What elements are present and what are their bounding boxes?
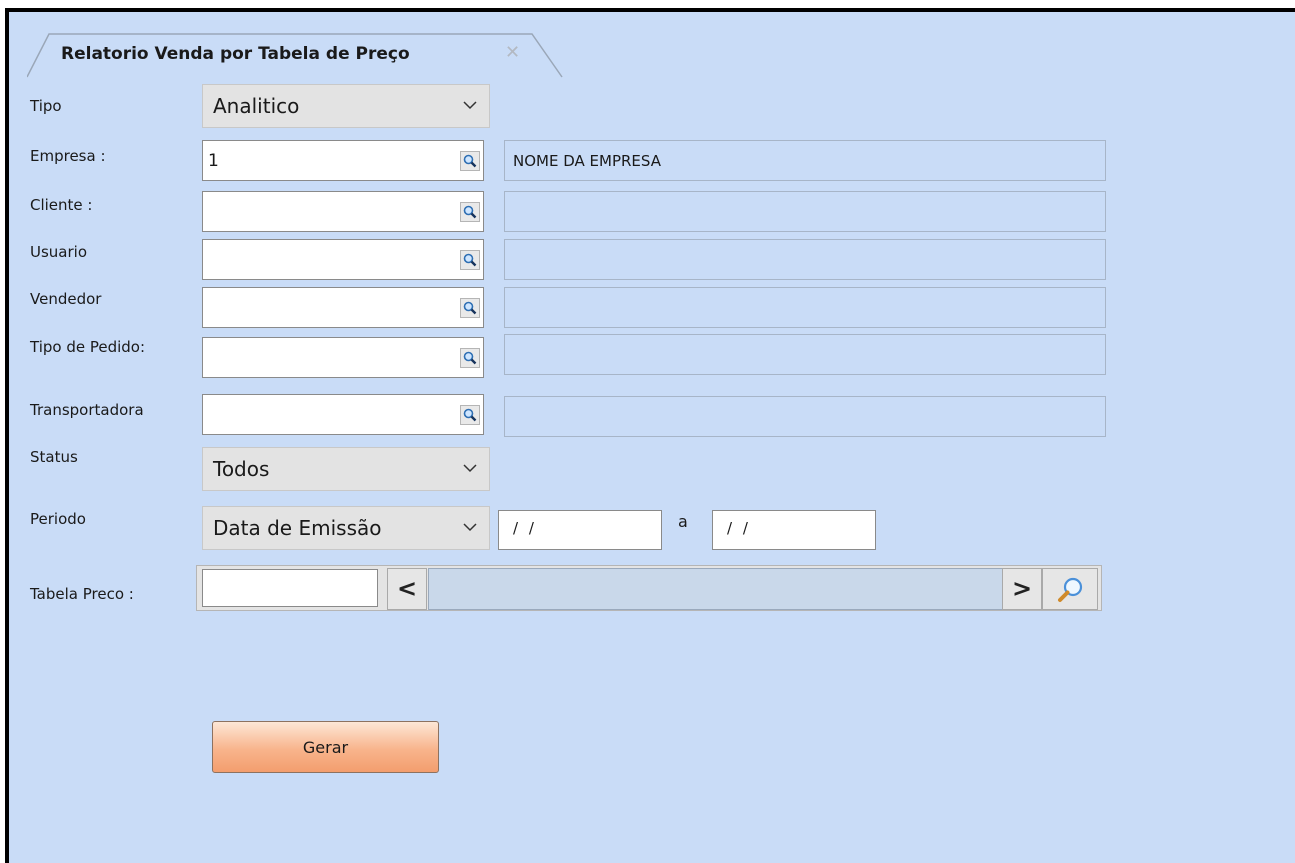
cliente-name-field	[504, 191, 1106, 232]
periodo-separator: a	[678, 512, 688, 531]
usuario-label: Usuario	[30, 243, 88, 261]
periodo-to-date-input[interactable]: / /	[712, 510, 876, 550]
tipo-pedido-code-input[interactable]	[202, 337, 484, 378]
transportadora-lookup-button[interactable]	[460, 404, 480, 425]
empresa-lookup-button[interactable]	[460, 150, 480, 171]
tipo-pedido-lookup-button[interactable]	[460, 347, 480, 368]
magnifier-lookup-icon	[463, 205, 477, 218]
gerar-button[interactable]: Gerar	[212, 721, 439, 773]
chevron-left-icon: <	[396, 574, 418, 603]
periodo-select-value: Data de Emissão	[213, 516, 382, 540]
periodo-select[interactable]: Data de Emissão	[202, 506, 490, 550]
report-window: Relatorio Venda por Tabela de Preço ✕ Ti…	[5, 8, 1295, 863]
magnifier-lookup-icon	[463, 253, 477, 266]
empresa-name-value: NOME DA EMPRESA	[513, 151, 661, 170]
transportadora-name-field	[504, 396, 1106, 437]
magnifier-lookup-icon	[463, 351, 477, 364]
cliente-code-input[interactable]	[202, 191, 484, 232]
status-select[interactable]: Todos	[202, 447, 490, 491]
report-tab[interactable]: Relatorio Venda por Tabela de Preço ✕	[27, 32, 567, 78]
usuario-name-field	[504, 239, 1106, 280]
usuario-lookup-button[interactable]	[460, 249, 480, 270]
close-icon[interactable]: ✕	[505, 42, 520, 63]
tipo-pedido-name-field	[504, 334, 1106, 375]
periodo-label: Periodo	[30, 510, 86, 528]
tabela-preco-next-button[interactable]: >	[1002, 568, 1042, 610]
periodo-to-date-value: / /	[727, 519, 751, 537]
magnifier-lookup-icon	[463, 408, 477, 421]
chevron-right-icon: >	[1011, 574, 1033, 603]
chevron-down-icon	[463, 523, 477, 532]
periodo-from-date-value: / /	[513, 519, 537, 537]
empresa-name-field: NOME DA EMPRESA	[504, 140, 1106, 181]
empresa-label: Empresa :	[30, 147, 106, 165]
search-icon	[1058, 577, 1083, 602]
vendedor-name-field	[504, 287, 1106, 328]
magnifier-lookup-icon	[463, 154, 477, 167]
cliente-label: Cliente :	[30, 196, 93, 214]
magnifier-lookup-icon	[463, 301, 477, 314]
periodo-from-date-input[interactable]: / /	[498, 510, 662, 550]
usuario-code-input[interactable]	[202, 239, 484, 280]
tab-title: Relatorio Venda por Tabela de Preço	[61, 44, 410, 64]
vendedor-code-input[interactable]	[202, 287, 484, 328]
tipo-label: Tipo	[30, 97, 62, 115]
transportadora-code-input[interactable]	[202, 394, 484, 435]
tipo-select[interactable]: Analitico	[202, 84, 490, 128]
tipo-select-value: Analitico	[213, 94, 300, 118]
chevron-down-icon	[463, 101, 477, 110]
vendedor-lookup-button[interactable]	[460, 297, 480, 318]
tabela-preco-code-input[interactable]	[202, 569, 378, 607]
transportadora-label: Transportadora	[30, 401, 144, 419]
chevron-down-icon	[463, 464, 477, 473]
tabela-preco-prev-button[interactable]: <	[387, 568, 427, 610]
empresa-code-value: 1	[208, 150, 219, 171]
empresa-code-input[interactable]: 1	[202, 140, 484, 181]
status-select-value: Todos	[213, 457, 270, 481]
tabela-preco-search-button[interactable]	[1042, 568, 1098, 610]
tipo-pedido-label: Tipo de Pedido:	[30, 338, 146, 356]
tabela-preco-description-field	[428, 568, 1003, 610]
vendedor-label: Vendedor	[30, 290, 102, 308]
cliente-lookup-button[interactable]	[460, 201, 480, 222]
status-label: Status	[30, 448, 78, 466]
tabela-preco-label: Tabela Preco :	[30, 585, 134, 603]
